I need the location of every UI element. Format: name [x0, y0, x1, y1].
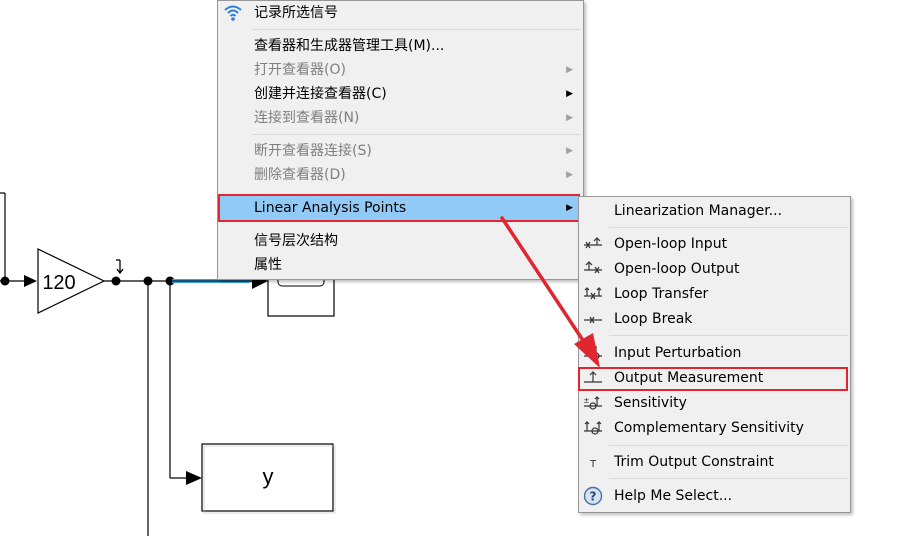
loop-break-icon	[584, 316, 602, 324]
signal-context-menu: 记录所选信号 查看器和生成器管理工具(M)... 打开查看器(O) ▶ 创建并连…	[217, 0, 584, 280]
menu-item-open-viewer[interactable]: 打开查看器(O) ▶	[218, 58, 583, 82]
submenu-item-trim-output-constraint[interactable]: T Trim Output Constraint	[579, 450, 850, 474]
chevron-right-icon: ▶	[566, 65, 573, 75]
menu-separator	[252, 29, 581, 30]
open-loop-input-icon	[584, 237, 602, 249]
submenu-item-loop-break[interactable]: Loop Break	[579, 307, 850, 331]
menu-item-signal-hierarchy[interactable]: 信号层次结构	[218, 229, 583, 253]
submenu-item-help-me-select[interactable]: ? Help Me Select...	[579, 484, 850, 508]
submenu-item-sensitivity[interactable]: ± Sensitivity	[579, 391, 850, 415]
submenu-item-label: Loop Transfer	[614, 286, 709, 302]
submenu-item-complementary-sensitivity[interactable]: Complementary Sensitivity	[579, 416, 850, 440]
menu-item-label: 属性	[254, 257, 282, 273]
gain-value-label: 120	[42, 272, 75, 294]
svg-text:±: ±	[584, 346, 591, 355]
menu-item-label: 查看器和生成器管理工具(M)...	[254, 38, 445, 54]
gain-block[interactable]: 120	[37, 248, 106, 314]
menu-item-delete-viewer[interactable]: 删除查看器(D) ▶	[218, 163, 583, 187]
menu-item-log-signal[interactable]: 记录所选信号	[218, 1, 583, 25]
complementary-sensitivity-icon	[584, 421, 602, 435]
annotation-box-output-measurement	[578, 367, 848, 391]
menu-separator	[609, 335, 848, 336]
signal-marker-icon	[116, 259, 124, 275]
branch-point	[0, 276, 10, 286]
linear-analysis-submenu: Linearization Manager... Open-loop Input…	[578, 196, 851, 513]
menu-separator	[252, 134, 581, 135]
arrowhead	[24, 275, 37, 287]
submenu-item-open-loop-input[interactable]: Open-loop Input	[579, 232, 850, 256]
svg-text:?: ?	[590, 490, 597, 504]
trim-constraint-icon: T	[589, 459, 597, 470]
output-block-y[interactable]: y	[201, 443, 336, 514]
submenu-item-label: Open-loop Input	[614, 236, 728, 252]
menu-item-label: 打开查看器(O)	[254, 62, 346, 78]
submenu-item-label: Trim Output Constraint	[614, 454, 774, 470]
branch-point	[111, 276, 121, 286]
menu-item-viewer-manager[interactable]: 查看器和生成器管理工具(M)...	[218, 34, 583, 58]
menu-item-disconnect-viewer[interactable]: 断开查看器连接(S) ▶	[218, 139, 583, 163]
output-block-label: y	[263, 464, 274, 489]
chevron-right-icon: ▶	[566, 113, 573, 123]
arrowhead	[186, 471, 202, 485]
submenu-item-label: Linearization Manager...	[614, 203, 783, 219]
loop-transfer-icon	[584, 287, 602, 300]
submenu-item-label: Input Perturbation	[614, 345, 742, 361]
menu-item-create-viewer[interactable]: 创建并连接查看器(C) ▶	[218, 82, 583, 106]
menu-item-label: 记录所选信号	[254, 5, 338, 21]
sensitivity-icon: ±	[583, 396, 602, 410]
menu-separator	[609, 478, 848, 479]
menu-item-label: 删除查看器(D)	[254, 167, 346, 183]
wifi-log-icon	[224, 5, 242, 21]
menu-item-label: 信号层次结构	[254, 233, 338, 249]
menu-item-label: 断开查看器连接(S)	[254, 143, 372, 159]
chevron-right-icon: ▶	[566, 89, 573, 99]
submenu-item-linearization-manager[interactable]: Linearization Manager...	[579, 199, 850, 223]
submenu-item-input-perturbation[interactable]: ± Input Perturbation	[579, 341, 850, 365]
submenu-item-label: Complementary Sensitivity	[614, 420, 804, 436]
svg-text:T: T	[589, 459, 597, 470]
menu-item-properties[interactable]: 属性	[218, 253, 583, 277]
submenu-item-open-loop-output[interactable]: Open-loop Output	[579, 257, 850, 281]
input-perturbation-icon: ±	[584, 346, 602, 360]
submenu-item-loop-transfer[interactable]: Loop Transfer	[579, 282, 850, 306]
help-icon: ?	[583, 486, 603, 506]
submenu-item-label: Loop Break	[614, 311, 693, 327]
menu-item-connect-viewer[interactable]: 连接到查看器(N) ▶	[218, 106, 583, 130]
menu-item-label: 创建并连接查看器(C)	[254, 86, 387, 102]
svg-text:±: ±	[583, 396, 590, 405]
submenu-item-label: Open-loop Output	[614, 261, 740, 277]
open-loop-output-icon	[584, 261, 602, 274]
menu-item-label: 连接到查看器(N)	[254, 110, 360, 126]
menu-separator	[609, 445, 848, 446]
annotation-box-linear-analysis	[218, 194, 580, 222]
submenu-item-label: Help Me Select...	[614, 488, 733, 504]
submenu-item-label: Sensitivity	[614, 395, 687, 411]
menu-separator	[609, 227, 848, 228]
chevron-right-icon: ▶	[566, 146, 573, 156]
chevron-right-icon: ▶	[566, 170, 573, 180]
